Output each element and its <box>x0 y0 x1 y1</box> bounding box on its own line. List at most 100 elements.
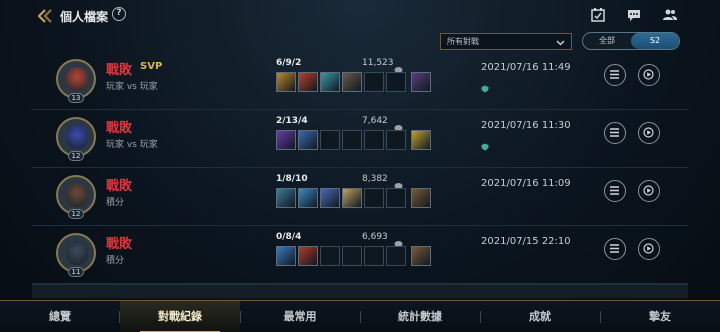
empty-item-slot <box>386 188 406 208</box>
match-detail-button[interactable] <box>604 238 626 260</box>
empty-item-slot <box>320 246 340 266</box>
item-slot <box>342 72 362 92</box>
chat-icon[interactable] <box>626 7 642 23</box>
kda: 1/8/10 <box>276 174 308 184</box>
gold-amount: 6,693 <box>362 232 388 242</box>
shield-icon <box>481 136 489 151</box>
kda: 0/8/4 <box>276 232 302 242</box>
back-icon[interactable] <box>37 8 54 23</box>
match-date: 2021/07/16 11:30 <box>481 120 571 131</box>
match-list: 13 戰敗 SVP 玩家 vs 玩家 6/9/2 11,523 2021/07/… <box>32 52 688 298</box>
match-date: 2021/07/16 11:09 <box>481 178 571 189</box>
item-slot <box>276 130 296 150</box>
page-title: 個人檔案 <box>60 10 109 24</box>
hero-level: 11 <box>68 267 84 277</box>
coin-icon <box>394 175 403 189</box>
match-mode: 積分 <box>106 198 125 208</box>
item-slot <box>298 246 318 266</box>
gold-amount: 11,523 <box>362 58 394 68</box>
empty-item-slot <box>364 188 384 208</box>
item-slot <box>276 72 296 92</box>
replay-button[interactable] <box>638 180 660 202</box>
match-detail-button[interactable] <box>604 180 626 202</box>
tab-statistics[interactable]: 統計數據 <box>360 301 480 332</box>
match-result: 戰敗 <box>106 63 133 78</box>
bottom-nav: 總覽 對戰紀錄 最常用 統計數據 成就 摯友 <box>0 300 720 332</box>
hero-portrait <box>66 67 88 91</box>
trinket-slot <box>411 130 431 150</box>
item-slots <box>276 130 431 150</box>
match-result: 戰敗 <box>106 121 133 136</box>
filter-selected-value: 所有對戰 <box>447 37 479 46</box>
replay-button[interactable] <box>638 122 660 144</box>
empty-item-slot <box>342 130 362 150</box>
item-slots <box>276 72 431 92</box>
empty-item-slot <box>386 72 406 92</box>
shield-icon <box>481 78 489 93</box>
calendar-check-icon[interactable] <box>590 7 606 23</box>
match-row[interactable]: 11 戰敗 積分 0/8/4 6,693 2021/07/15 22:10 <box>32 226 688 284</box>
segment-all[interactable]: 全部 <box>583 33 631 49</box>
match-row[interactable]: 12 戰敗 玩家 vs 玩家 2/13/4 7,642 2021/07/16 1… <box>32 110 688 168</box>
trinket-slot <box>411 188 431 208</box>
gold-amount: 7,642 <box>362 116 388 126</box>
coin-icon <box>394 117 403 131</box>
empty-item-slot <box>386 130 406 150</box>
coin-icon <box>394 59 403 73</box>
tab-match-history[interactable]: 對戰紀錄 <box>120 301 240 332</box>
help-icon[interactable]: ? <box>112 7 126 21</box>
chevron-down-icon <box>556 37 565 46</box>
coin-icon <box>394 233 403 247</box>
trinket-slot <box>411 72 431 92</box>
replay-button[interactable] <box>638 64 660 86</box>
replay-button[interactable] <box>638 238 660 260</box>
svp-badge: SVP <box>140 61 163 72</box>
item-slot <box>342 188 362 208</box>
hero-portrait <box>66 183 88 207</box>
hero-portrait <box>66 241 88 265</box>
top-bar: 個人檔案 ? <box>0 0 720 30</box>
empty-item-slot <box>364 72 384 92</box>
item-slot <box>276 246 296 266</box>
hero-portrait <box>66 125 88 149</box>
gold-amount: 8,382 <box>362 174 388 184</box>
friends-icon[interactable] <box>662 7 678 23</box>
season-toggle: 全部 S2 <box>582 32 680 50</box>
item-slot <box>298 72 318 92</box>
empty-item-slot <box>320 130 340 150</box>
match-mode: 玩家 vs 玩家 <box>106 82 158 92</box>
tab-overview[interactable]: 總覽 <box>0 301 120 332</box>
trinket-slot <box>411 246 431 266</box>
match-filter-select[interactable]: 所有對戰 <box>440 33 572 50</box>
kda: 6/9/2 <box>276 58 302 68</box>
match-date: 2021/07/15 22:10 <box>481 236 571 247</box>
hero-level: 13 <box>68 93 84 103</box>
empty-item-slot <box>364 130 384 150</box>
item-slots <box>276 246 431 266</box>
item-slot <box>298 188 318 208</box>
item-slot <box>298 130 318 150</box>
kda: 2/13/4 <box>276 116 308 126</box>
empty-item-slot <box>364 246 384 266</box>
hero-level: 12 <box>68 209 84 219</box>
hero-level: 12 <box>68 151 84 161</box>
item-slot <box>276 188 296 208</box>
match-row[interactable]: 12 戰敗 積分 1/8/10 8,382 2021/07/16 11:09 <box>32 168 688 226</box>
empty-item-slot <box>342 246 362 266</box>
match-row[interactable]: 13 戰敗 SVP 玩家 vs 玩家 6/9/2 11,523 2021/07/… <box>32 52 688 110</box>
partial-match-row <box>32 284 688 298</box>
item-slots <box>276 188 431 208</box>
match-result: 戰敗 <box>106 237 133 252</box>
item-slot <box>320 188 340 208</box>
item-slot <box>320 72 340 92</box>
match-date: 2021/07/16 11:49 <box>481 62 571 73</box>
tab-most-used[interactable]: 最常用 <box>240 301 360 332</box>
match-detail-button[interactable] <box>604 122 626 144</box>
match-detail-button[interactable] <box>604 64 626 86</box>
match-mode: 玩家 vs 玩家 <box>106 140 158 150</box>
tab-close-friends[interactable]: 摯友 <box>600 301 720 332</box>
segment-season[interactable]: S2 <box>631 33 679 49</box>
match-mode: 積分 <box>106 256 125 266</box>
empty-item-slot <box>386 246 406 266</box>
tab-achievements[interactable]: 成就 <box>480 301 600 332</box>
